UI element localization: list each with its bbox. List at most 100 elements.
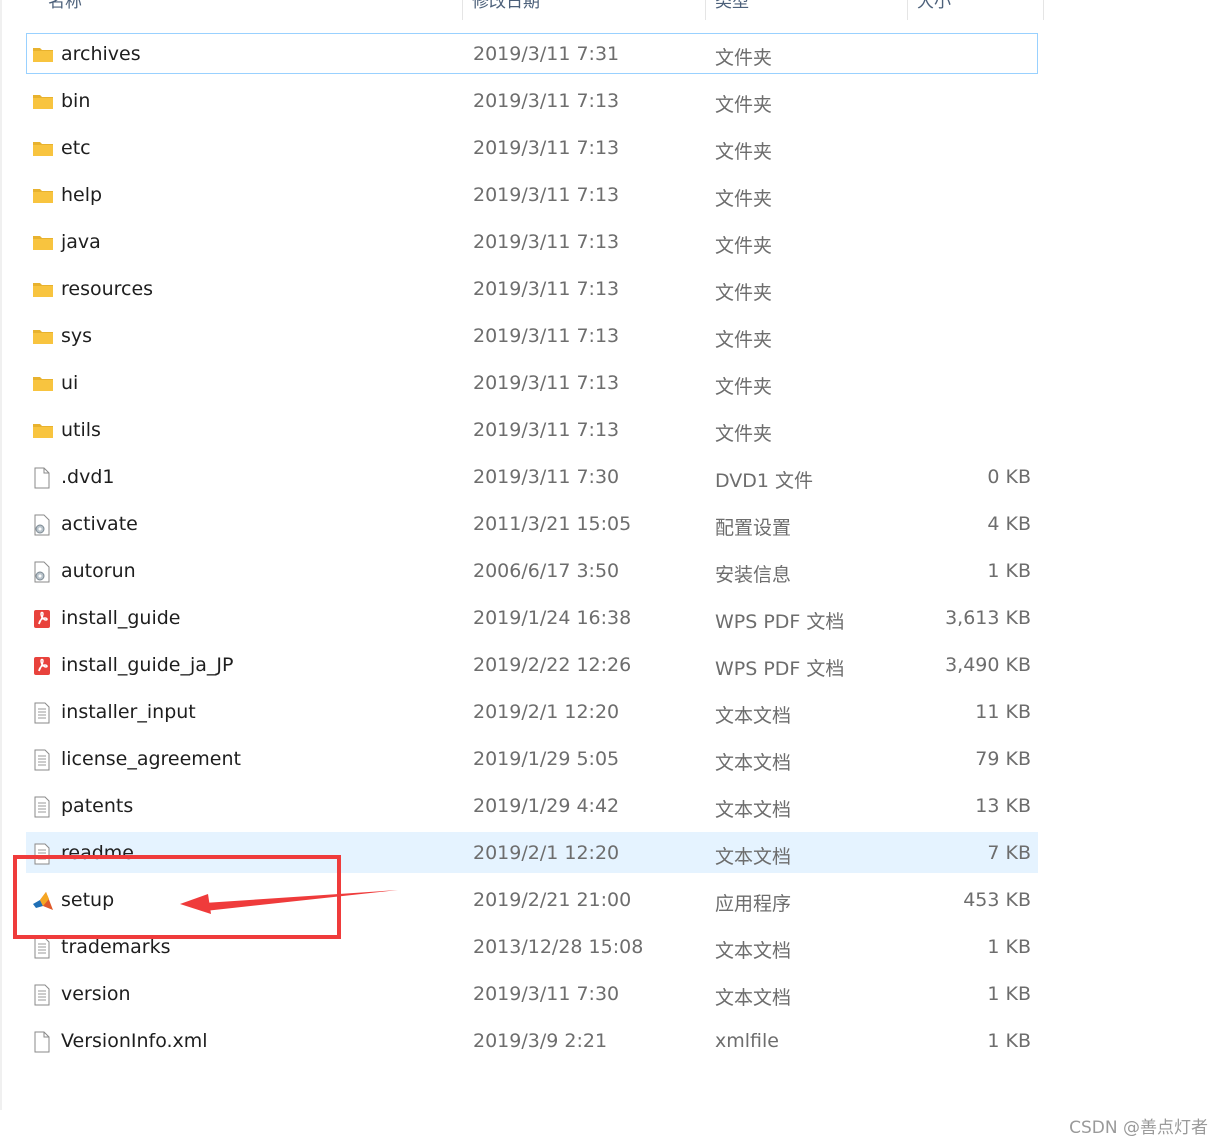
file-type: 应用程序: [715, 893, 792, 915]
file-date: 2019/3/11 7:30: [473, 466, 620, 488]
file-type: 文本文档: [715, 705, 792, 727]
file-name: install_guide_ja_JP: [61, 654, 234, 676]
folder-icon: [32, 326, 53, 346]
file-name: patents: [61, 795, 134, 817]
file-name: trademarks: [61, 936, 171, 958]
folder-icon: [32, 138, 53, 158]
file-row[interactable]: sys 2019/3/11 7:13 文件夹: [26, 315, 1038, 356]
file-type: DVD1 文件: [715, 470, 814, 492]
folder-icon: [32, 373, 53, 393]
file-date: 2006/6/17 3:50: [473, 560, 620, 582]
file-size: 13 KB: [975, 795, 1031, 817]
file-row[interactable]: autorun 2006/6/17 3:50 安装信息 1 KB: [26, 550, 1038, 591]
settings-file-icon: [32, 561, 52, 583]
file-name: bin: [61, 90, 91, 112]
file-date: 2019/3/11 7:13: [473, 278, 620, 300]
file-date: 2019/1/29 5:05: [473, 748, 620, 770]
folder-icon: [32, 420, 53, 440]
file-row[interactable]: resources 2019/3/11 7:13 文件夹: [26, 268, 1038, 309]
text-file-icon: [32, 702, 52, 724]
file-type: WPS PDF 文档: [715, 658, 845, 680]
file-name: activate: [61, 513, 138, 535]
text-file-icon: [32, 796, 52, 818]
column-header-type[interactable]: 类型: [715, 0, 749, 16]
file-row[interactable]: version 2019/3/11 7:30 文本文档 1 KB: [26, 973, 1038, 1014]
column-header-date[interactable]: 修改日期: [472, 0, 540, 16]
file-type: 文件夹: [715, 329, 773, 351]
column-divider[interactable]: [907, 0, 908, 20]
file-size: 1 KB: [987, 1030, 1031, 1052]
file-row[interactable]: installer_input 2019/2/1 12:20 文本文档 11 KB: [26, 691, 1038, 732]
settings-file-icon: [32, 514, 52, 536]
file-row[interactable]: license_agreement 2019/1/29 5:05 文本文档 79 KB: [26, 738, 1038, 779]
file-type: 文件夹: [715, 188, 773, 210]
file-row[interactable]: install_guide_ja_JP 2019/2/22 12:26 WPS PD…: [26, 644, 1038, 685]
file-date: 2019/3/11 7:13: [473, 137, 620, 159]
file-name: VersionInfo.xml: [61, 1030, 208, 1052]
file-size: 4 KB: [987, 513, 1031, 535]
arrow-head: [180, 894, 211, 914]
file-name: version: [61, 983, 131, 1005]
file-type: 文件夹: [715, 376, 773, 398]
file-size: 1 KB: [987, 983, 1031, 1005]
text-file-icon: [32, 984, 52, 1006]
file-row[interactable]: etc 2019/3/11 7:13 文件夹: [26, 127, 1038, 168]
file-row[interactable]: utils 2019/3/11 7:13 文件夹: [26, 409, 1038, 450]
file-size: 3,613 KB: [945, 607, 1031, 629]
file-type: 文件夹: [715, 235, 773, 257]
file-date: 2019/3/11 7:13: [473, 90, 620, 112]
file-row[interactable]: help 2019/3/11 7:13 文件夹: [26, 174, 1038, 215]
file-row[interactable]: patents 2019/1/29 4:42 文本文档 13 KB: [26, 785, 1038, 826]
blank-file-icon: [32, 1031, 52, 1053]
file-row[interactable]: activate 2011/3/21 15:05 配置设置 4 KB: [26, 503, 1038, 544]
file-row[interactable]: ui 2019/3/11 7:13 文件夹: [26, 362, 1038, 403]
file-type: 文件夹: [715, 141, 773, 163]
file-name: autorun: [61, 560, 136, 582]
file-size: 7 KB: [987, 842, 1031, 864]
column-divider[interactable]: [705, 0, 706, 20]
file-row[interactable]: java 2019/3/11 7:13 文件夹: [26, 221, 1038, 262]
file-size: 1 KB: [987, 936, 1031, 958]
column-header-name[interactable]: 名称: [48, 0, 82, 16]
file-row[interactable]: bin 2019/3/11 7:13 文件夹: [26, 80, 1038, 121]
column-divider[interactable]: [1043, 0, 1044, 20]
file-date: 2019/3/11 7:30: [473, 983, 620, 1005]
file-type: 文件夹: [715, 423, 773, 445]
file-type: 文本文档: [715, 987, 792, 1009]
file-name: utils: [61, 419, 101, 441]
file-type: 文件夹: [715, 47, 773, 69]
file-date: 2019/2/1 12:20: [473, 842, 620, 864]
folder-icon: [32, 44, 53, 64]
column-divider[interactable]: [462, 0, 463, 20]
file-name: installer_input: [61, 701, 196, 723]
file-row[interactable]: archives 2019/3/11 7:31 文件夹: [26, 33, 1038, 74]
file-date: 2019/3/11 7:13: [473, 419, 620, 441]
column-header-size[interactable]: 大小: [917, 0, 951, 16]
file-row[interactable]: install_guide 2019/1/24 16:38 WPS PDF 文档 3,…: [26, 597, 1038, 638]
file-type: 文本文档: [715, 846, 792, 868]
file-date: 2019/2/22 12:26: [473, 654, 632, 676]
file-row[interactable]: .dvd1 2019/3/11 7:30 DVD1 文件 0 KB: [26, 456, 1038, 497]
file-type: 文件夹: [715, 94, 773, 116]
file-type: 文本文档: [715, 940, 792, 962]
file-name: sys: [61, 325, 93, 347]
file-date: 2019/2/21 21:00: [473, 889, 632, 911]
folder-icon: [32, 232, 53, 252]
file-name: etc: [61, 137, 91, 159]
folder-icon: [32, 185, 53, 205]
file-date: 2019/1/29 4:42: [473, 795, 620, 817]
file-size: 3,490 KB: [945, 654, 1031, 676]
file-date: 2011/3/21 15:05: [473, 513, 632, 535]
column-header-bar: 名称 修改日期 类型 大小: [0, 0, 1045, 20]
folder-icon: [32, 279, 53, 299]
file-name: install_guide: [61, 607, 181, 629]
file-date: 2019/3/11 7:13: [473, 231, 620, 253]
file-date: 2019/3/9 2:21: [473, 1030, 608, 1052]
pane-left-border: [0, 0, 2, 1110]
file-row[interactable]: VersionInfo.xml 2019/3/9 2:21 xmlfile 1 KB: [26, 1020, 1038, 1061]
blank-file-icon: [32, 467, 52, 489]
pdf-file-icon: [32, 655, 52, 675]
file-type: 文本文档: [715, 752, 792, 774]
file-name: ui: [61, 372, 79, 394]
file-date: 2019/1/24 16:38: [473, 607, 632, 629]
